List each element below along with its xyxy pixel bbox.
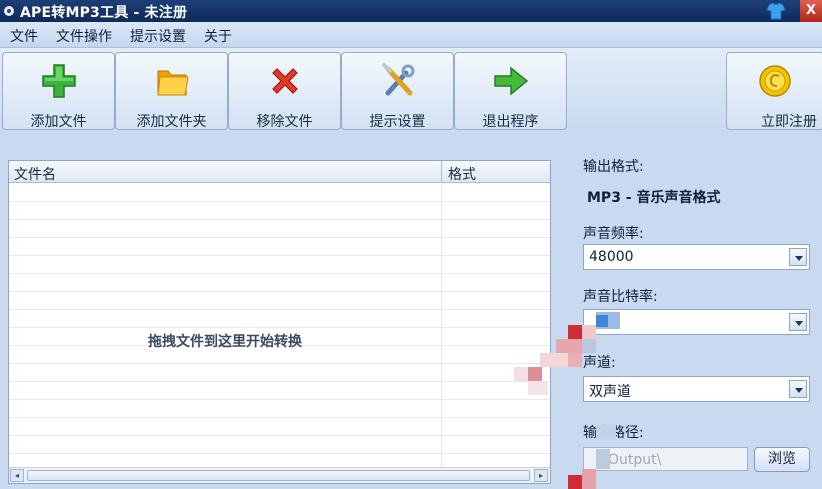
remove-file-button[interactable]: 移除文件 [228,52,341,130]
sample-rate-select[interactable]: 48000 [583,244,810,270]
menu-prompt-settings[interactable]: 提示设置 [130,26,186,46]
remove-file-label: 移除文件 [256,114,313,130]
green-arrow-icon [493,66,528,96]
sample-rate-value: 48000 [589,249,634,265]
file-list[interactable]: 文件名 格式 拖拽文件到这里开始转换 ◂ ▸ [8,160,551,484]
chevron-down-icon[interactable] [789,380,807,398]
chevron-down-icon[interactable] [789,313,807,331]
column-divider[interactable] [441,161,442,183]
prompt-settings-label: 提示设置 [369,114,426,130]
channel-select[interactable]: 双声道 [583,376,810,402]
column-format[interactable]: 格式 [448,164,476,184]
output-format-label: 输出格式: [583,159,644,175]
channel-value: 双声道 [589,384,631,400]
file-list-header: 文件名 格式 [9,161,550,183]
file-list-rows: 拖拽文件到这里开始转换 [9,184,550,467]
toolbar: 添加文件 添加文件夹 移除文件 提示设置 退出程序 立即注册 [0,48,822,134]
add-file-label: 添加文件 [30,114,87,130]
red-x-icon [271,68,298,94]
menu-file[interactable]: 文件 [10,26,38,46]
menu-about[interactable]: 关于 [204,26,232,46]
app-icon [4,6,14,16]
gold-coin-icon [759,65,791,97]
exit-program-button[interactable]: 退出程序 [454,52,567,130]
output-path-value: Output\ [608,452,662,468]
column-filename[interactable]: 文件名 [14,164,56,184]
drop-hint: 拖拽文件到这里开始转换 [148,334,302,350]
exit-program-label: 退出程序 [482,114,539,130]
add-file-button[interactable]: 添加文件 [2,52,115,130]
channel-label: 声道: [583,355,616,371]
sample-rate-label: 声音频率: [583,226,644,242]
window-title: APE转MP3工具 - 未注册 [20,5,188,21]
chevron-down-icon[interactable] [789,248,807,266]
prompt-settings-button[interactable]: 提示设置 [341,52,454,130]
menu-bar: 文件 文件操作 提示设置 关于 [0,22,822,48]
folder-icon [156,70,189,96]
register-label: 立即注册 [761,114,817,130]
horizontal-scrollbar[interactable]: ◂ ▸ [9,467,550,483]
row-column-divider [441,184,442,467]
close-button[interactable]: X [800,0,822,22]
scroll-thumb[interactable] [27,470,530,481]
tools-icon [381,63,414,96]
title-bar: APE转MP3工具 - 未注册 X [0,0,822,22]
skin-shirt-icon[interactable] [765,1,787,21]
menu-file-ops[interactable]: 文件操作 [56,26,112,46]
green-plus-icon [41,64,76,98]
add-folder-button[interactable]: 添加文件夹 [115,52,228,130]
register-button[interactable]: 立即注册 [726,52,822,130]
browse-button[interactable]: 浏览 [754,447,810,472]
add-folder-label: 添加文件夹 [136,114,207,130]
output-format-value: MP3 - 音乐声音格式 [587,190,721,206]
scroll-left-icon[interactable]: ◂ [10,469,24,482]
scroll-right-icon[interactable]: ▸ [534,469,548,482]
bitrate-label: 声音比特率: [583,289,658,305]
